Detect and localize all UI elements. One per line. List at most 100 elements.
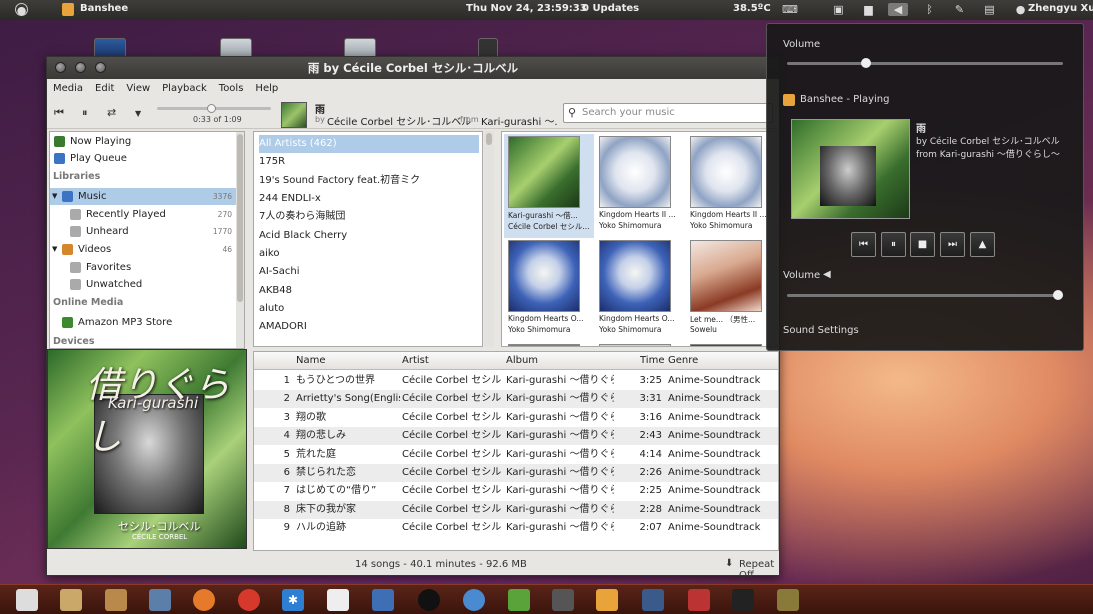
artist-item[interactable]: AMADORI: [259, 318, 479, 336]
banshee-dock-icon[interactable]: [596, 589, 618, 611]
seek-handle[interactable]: [207, 104, 217, 113]
popup-album-cover[interactable]: [791, 119, 910, 219]
system-monitor-icon[interactable]: [552, 589, 574, 611]
next-icon[interactable]: ⏭: [940, 232, 965, 257]
album-item[interactable]: Kingdom Hearts O... Yoko Shimomura: [504, 238, 594, 342]
sidebar-item-play-queue[interactable]: Play Queue: [50, 150, 236, 167]
table-row[interactable]: 1 もうひとつの世界 Cécile Corbel セシル... Kari-gurash…: [254, 372, 778, 390]
sound-icon[interactable]: ◀: [888, 3, 908, 16]
table-row[interactable]: 4 翔の悲しみ Cécile Corbel セシル... Kari-gurashi ～…: [254, 427, 778, 446]
volume-handle[interactable]: [861, 58, 872, 68]
network-icon[interactable]: ✎: [953, 3, 966, 16]
text-editor-icon[interactable]: [327, 589, 349, 611]
table-row[interactable]: 2 Arrietty's Song(Englis...Cécile Corbel …: [254, 390, 778, 409]
archive-icon[interactable]: [105, 589, 127, 611]
previous-icon[interactable]: ⏮: [54, 106, 64, 120]
stop-icon[interactable]: ■: [910, 232, 935, 257]
artist-item[interactable]: aluto: [259, 300, 479, 318]
expander-icon[interactable]: ▼: [52, 241, 57, 258]
bluetooth-icon[interactable]: ᛒ: [923, 3, 936, 16]
chrome-icon[interactable]: [238, 589, 260, 611]
monitor-icon[interactable]: [777, 589, 799, 611]
screenshot-icon[interactable]: ▣: [832, 3, 845, 16]
datetime[interactable]: Thu Nov 24, 23:59:33: [466, 3, 587, 14]
album-item[interactable]: Kari-gurashi ～借... Cécile Corbel セシル...: [504, 134, 594, 238]
column-artist[interactable]: Artist: [402, 355, 429, 366]
xterm-icon[interactable]: [642, 589, 664, 611]
keyboard-icon[interactable]: ⌨: [782, 3, 798, 16]
menu-help[interactable]: Help: [249, 79, 284, 99]
sidebar-item-favorites[interactable]: Favorites: [50, 259, 236, 276]
column-album[interactable]: Album: [506, 355, 538, 366]
artist-scrollbar[interactable]: [484, 131, 494, 347]
sidebar-item-unwatched[interactable]: Unwatched: [50, 276, 236, 293]
chat-icon[interactable]: [463, 589, 485, 611]
repeat-icon[interactable]: ⬇: [725, 558, 733, 569]
expander-icon[interactable]: ▼: [52, 188, 57, 205]
updates-indicator[interactable]: 0 Updates: [582, 3, 639, 14]
sidebar-item-music[interactable]: ▼ Music 3376: [50, 188, 236, 205]
table-row[interactable]: 6 禁じられた恋 Cécile Corbel セシル... Kari-gurashi …: [254, 464, 778, 482]
dropdown-arrow-icon[interactable]: ▼: [135, 109, 141, 118]
album-item[interactable]: Kingdom Hearts O... Yoko Shimomura: [595, 238, 685, 342]
terminal-icon[interactable]: [732, 589, 754, 611]
now-playing-thumbnail[interactable]: [281, 102, 307, 128]
menu-playback[interactable]: Playback: [156, 79, 213, 99]
previous-icon[interactable]: ⏮: [851, 232, 876, 257]
artist-item[interactable]: AI-Sachi: [259, 263, 479, 281]
maximize-button[interactable]: [95, 62, 106, 73]
repeat-button[interactable]: Repeat Off: [739, 559, 779, 581]
menu-edit[interactable]: Edit: [89, 79, 120, 99]
temperature[interactable]: 38.5ºC: [733, 3, 771, 14]
artist-item[interactable]: 244 ENDLI-x: [259, 190, 479, 208]
artist-item[interactable]: AKB48: [259, 282, 479, 300]
album-item-partial[interactable]: [595, 342, 685, 346]
table-row[interactable]: 8 床下の我が家 Cécile Corbel セシル... Kari-gurashi …: [254, 500, 778, 519]
settings-icon[interactable]: ✱: [282, 589, 304, 611]
sidebar-item-unheard[interactable]: Unheard 1770: [50, 223, 236, 240]
player-status[interactable]: Banshee - Playing: [800, 94, 889, 105]
flash-icon[interactable]: [688, 589, 710, 611]
firefox-icon[interactable]: [193, 589, 215, 611]
current-album-art[interactable]: 借りぐらし Kari-gurashi セシル･コルベル CÉCILE CORBE…: [47, 349, 247, 549]
column-time[interactable]: Time: [640, 355, 664, 366]
pause-icon[interactable]: ⏸: [881, 232, 906, 257]
pause-icon[interactable]: ⏸: [82, 106, 88, 120]
ubuntu-menu-icon[interactable]: ●: [15, 3, 28, 17]
artist-item[interactable]: Acid Black Cherry: [259, 227, 479, 245]
minimize-button[interactable]: [75, 62, 86, 73]
close-button[interactable]: [55, 62, 66, 73]
album-item-partial[interactable]: [686, 342, 776, 346]
menu-media[interactable]: Media: [47, 79, 89, 99]
pidgin-icon[interactable]: [149, 589, 171, 611]
table-row[interactable]: 7 はじめての“借り” Cécile Corbel セシル... Kari-guras…: [254, 482, 778, 500]
sidebar-item-now-playing[interactable]: Now Playing: [50, 133, 236, 150]
user-icon[interactable]: ●: [1014, 3, 1027, 16]
app-name[interactable]: Banshee: [80, 3, 128, 14]
window-titlebar[interactable]: 雨 by Cécile Corbel セシル･コルベル: [47, 57, 779, 79]
add-package-icon[interactable]: [60, 589, 82, 611]
album-item-partial[interactable]: [504, 342, 594, 346]
artist-item[interactable]: 7人の奏わら海賊団: [259, 208, 479, 226]
artist-item[interactable]: aiko: [259, 245, 479, 263]
volume-slider-bottom[interactable]: [787, 290, 1063, 300]
search-input[interactable]: ⚲ Search your music: [563, 103, 773, 123]
album-item[interactable]: Kingdom Hearts II ... Yoko Shimomura: [595, 134, 685, 238]
table-row[interactable]: 3 翔の歌 Cécile Corbel セシル... Kari-gurashi ～借り…: [254, 409, 778, 427]
battery-icon[interactable]: ▤: [983, 3, 996, 16]
volume-handle[interactable]: [1053, 290, 1063, 300]
table-row[interactable]: 9 ハルの追跡 Cécile Corbel セシル... Kari-gurashi ～…: [254, 519, 778, 537]
column-genre[interactable]: Genre: [668, 355, 698, 366]
qq-icon[interactable]: [418, 589, 440, 611]
home-icon[interactable]: [372, 589, 394, 611]
table-row[interactable]: 5 荒れた庭 Cécile Corbel セシル... Kari-gurashi ～借…: [254, 446, 778, 464]
volume-slider-top[interactable]: [787, 58, 1063, 68]
artist-item[interactable]: 19's Sound Factory feat.初音ミク: [259, 172, 479, 190]
sidebar-item-recently-played[interactable]: Recently Played 270: [50, 206, 236, 223]
menu-view[interactable]: View: [120, 79, 156, 99]
artist-item[interactable]: All Artists (462): [259, 135, 479, 153]
files-icon[interactable]: [16, 589, 38, 611]
album-item[interactable]: Let me... （男性... Sowelu: [686, 238, 776, 342]
artist-item[interactable]: 175R: [259, 153, 479, 171]
album-item[interactable]: Kingdom Hearts II ... Yoko Shimomura: [686, 134, 776, 238]
